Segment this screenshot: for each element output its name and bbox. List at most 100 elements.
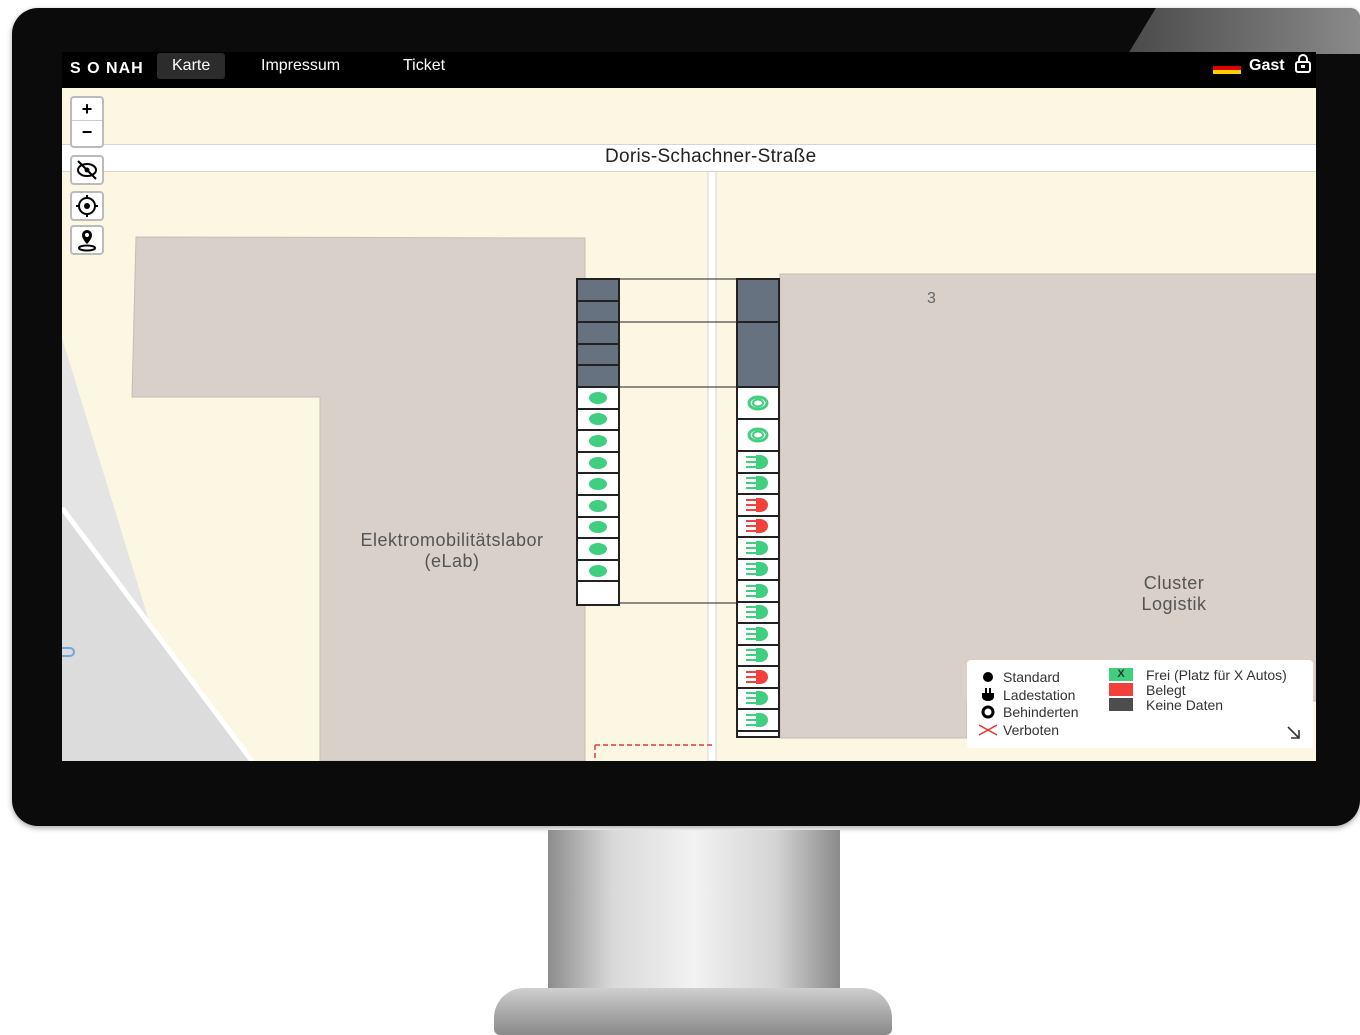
legend-label: Ladestation — [1003, 687, 1076, 703]
zoom-in-button[interactable]: + — [72, 98, 102, 120]
marker-button[interactable] — [70, 225, 104, 255]
parking-slot[interactable] — [738, 710, 778, 732]
navbar: S O NAH Karte Impressum Ticket Gast — [62, 52, 1316, 88]
parking-slot[interactable] — [738, 388, 778, 420]
hide-overlay-button[interactable] — [70, 155, 104, 185]
standard-slot-icon — [589, 413, 607, 426]
locate-button[interactable] — [70, 191, 104, 221]
parking-slot[interactable] — [738, 560, 778, 581]
parking-slot[interactable] — [738, 280, 778, 323]
screen: S O NAH Karte Impressum Ticket Gast Dori… — [62, 52, 1316, 761]
parking-slot[interactable] — [578, 518, 618, 540]
parking-slot[interactable] — [738, 420, 778, 452]
parking-slot[interactable] — [738, 474, 778, 495]
legend: Standard Ladestation Behinderten Verbote… — [967, 660, 1313, 748]
legend-label: Keine Daten — [1146, 697, 1224, 713]
house-number: 3 — [927, 290, 936, 307]
user-label[interactable]: Gast — [1249, 57, 1285, 75]
charging-slot-icon — [746, 583, 768, 598]
standard-slot-icon — [589, 521, 607, 534]
charging-slot-icon — [746, 669, 768, 684]
monitor-stand-base — [494, 988, 892, 1035]
standard-slot-icon — [589, 499, 607, 512]
marker-person-icon — [78, 230, 96, 252]
charging-slot-icon — [746, 626, 768, 641]
building-label-line: (eLab) — [424, 551, 480, 571]
disabled-ring-icon — [981, 705, 995, 719]
charging-slot-icon — [746, 497, 768, 512]
zoom-control: + − — [70, 96, 104, 148]
parking-slot[interactable] — [578, 344, 618, 367]
parking-slot[interactable] — [738, 323, 778, 388]
parking-slot[interactable] — [738, 495, 778, 517]
building-label-line: Cluster — [1143, 573, 1205, 593]
charging-slot-icon — [746, 712, 768, 727]
parking-slot[interactable] — [578, 431, 618, 453]
belegt-swatch — [1109, 683, 1133, 696]
parking-slot[interactable] — [738, 689, 778, 710]
building-label-cluster: Cluster Logistik — [1114, 573, 1234, 615]
parking-lot-right — [736, 278, 780, 738]
parking-slot[interactable] — [738, 603, 778, 624]
plug-icon — [982, 688, 994, 701]
parking-slot[interactable] — [738, 452, 778, 474]
charging-slot-icon — [746, 519, 768, 534]
parking-slot[interactable] — [738, 581, 778, 603]
parking-slot[interactable] — [578, 388, 618, 410]
charging-slot-icon — [746, 605, 768, 620]
building-label-line: Elektromobilitätslabor — [360, 530, 544, 550]
building-label-line: Logistik — [1141, 594, 1207, 614]
disabled-slot-icon — [747, 395, 769, 411]
map-view[interactable]: Doris-Schachner-Straße Elektromobilitäts… — [62, 88, 1316, 761]
charging-slot-icon — [746, 648, 768, 663]
charging-slot-icon — [746, 476, 768, 491]
parking-slot[interactable] — [578, 496, 618, 518]
frei-swatch: X — [1109, 668, 1133, 681]
parking-slot[interactable] — [578, 539, 618, 561]
charging-slot-icon — [746, 691, 768, 706]
nav-item-ticket[interactable]: Ticket — [388, 53, 460, 79]
standard-slot-icon — [589, 391, 607, 404]
standard-slot-icon — [589, 434, 607, 447]
legend-label: Behinderten — [1003, 704, 1079, 720]
parking-slot[interactable] — [578, 301, 618, 324]
standard-slot-icon — [589, 564, 607, 577]
parking-slot[interactable] — [738, 646, 778, 667]
zoom-out-button[interactable]: − — [72, 120, 102, 143]
parking-slot[interactable] — [738, 624, 778, 646]
charging-slot-icon — [746, 454, 768, 469]
nav-item-impressum[interactable]: Impressum — [246, 53, 355, 79]
parking-slot[interactable] — [738, 517, 778, 538]
legend-label: Frei (Platz für X Autos) — [1146, 667, 1287, 683]
charging-slot-icon — [746, 562, 768, 577]
parking-slot[interactable] — [578, 323, 618, 345]
building-label-elab: Elektromobilitätslabor (eLab) — [332, 530, 572, 572]
lock-icon[interactable] — [1294, 54, 1312, 74]
nav-item-karte[interactable]: Karte — [157, 53, 226, 79]
legend-label: Standard — [1003, 669, 1060, 685]
german-flag-icon[interactable] — [1213, 62, 1241, 74]
keine-daten-swatch — [1109, 698, 1133, 711]
charging-slot-icon — [746, 540, 768, 555]
bezel-glare — [1128, 8, 1360, 54]
arrow-down-right-icon[interactable] — [1286, 725, 1302, 741]
monitor-stand-neck — [548, 830, 840, 1010]
street-label: Doris-Schachner-Straße — [605, 146, 817, 167]
parking-slot[interactable] — [578, 561, 618, 583]
hide-overlay-icon — [77, 160, 97, 180]
brand-logo[interactable]: S O NAH — [70, 60, 144, 78]
parking-slot[interactable] — [578, 366, 618, 388]
parking-slot[interactable] — [578, 280, 618, 302]
disabled-slot-icon — [747, 427, 769, 443]
parking-slot[interactable] — [578, 410, 618, 432]
standard-dot-icon — [983, 672, 993, 682]
parking-slot[interactable] — [578, 474, 618, 496]
parking-lot-left — [576, 278, 620, 606]
legend-label: Belegt — [1146, 682, 1186, 698]
parking-slot[interactable] — [738, 538, 778, 560]
standard-slot-icon — [589, 478, 607, 491]
parking-slot[interactable] — [738, 667, 778, 689]
parking-slot[interactable] — [578, 453, 618, 475]
standard-slot-icon — [589, 456, 607, 469]
forbidden-x-icon — [979, 724, 997, 736]
